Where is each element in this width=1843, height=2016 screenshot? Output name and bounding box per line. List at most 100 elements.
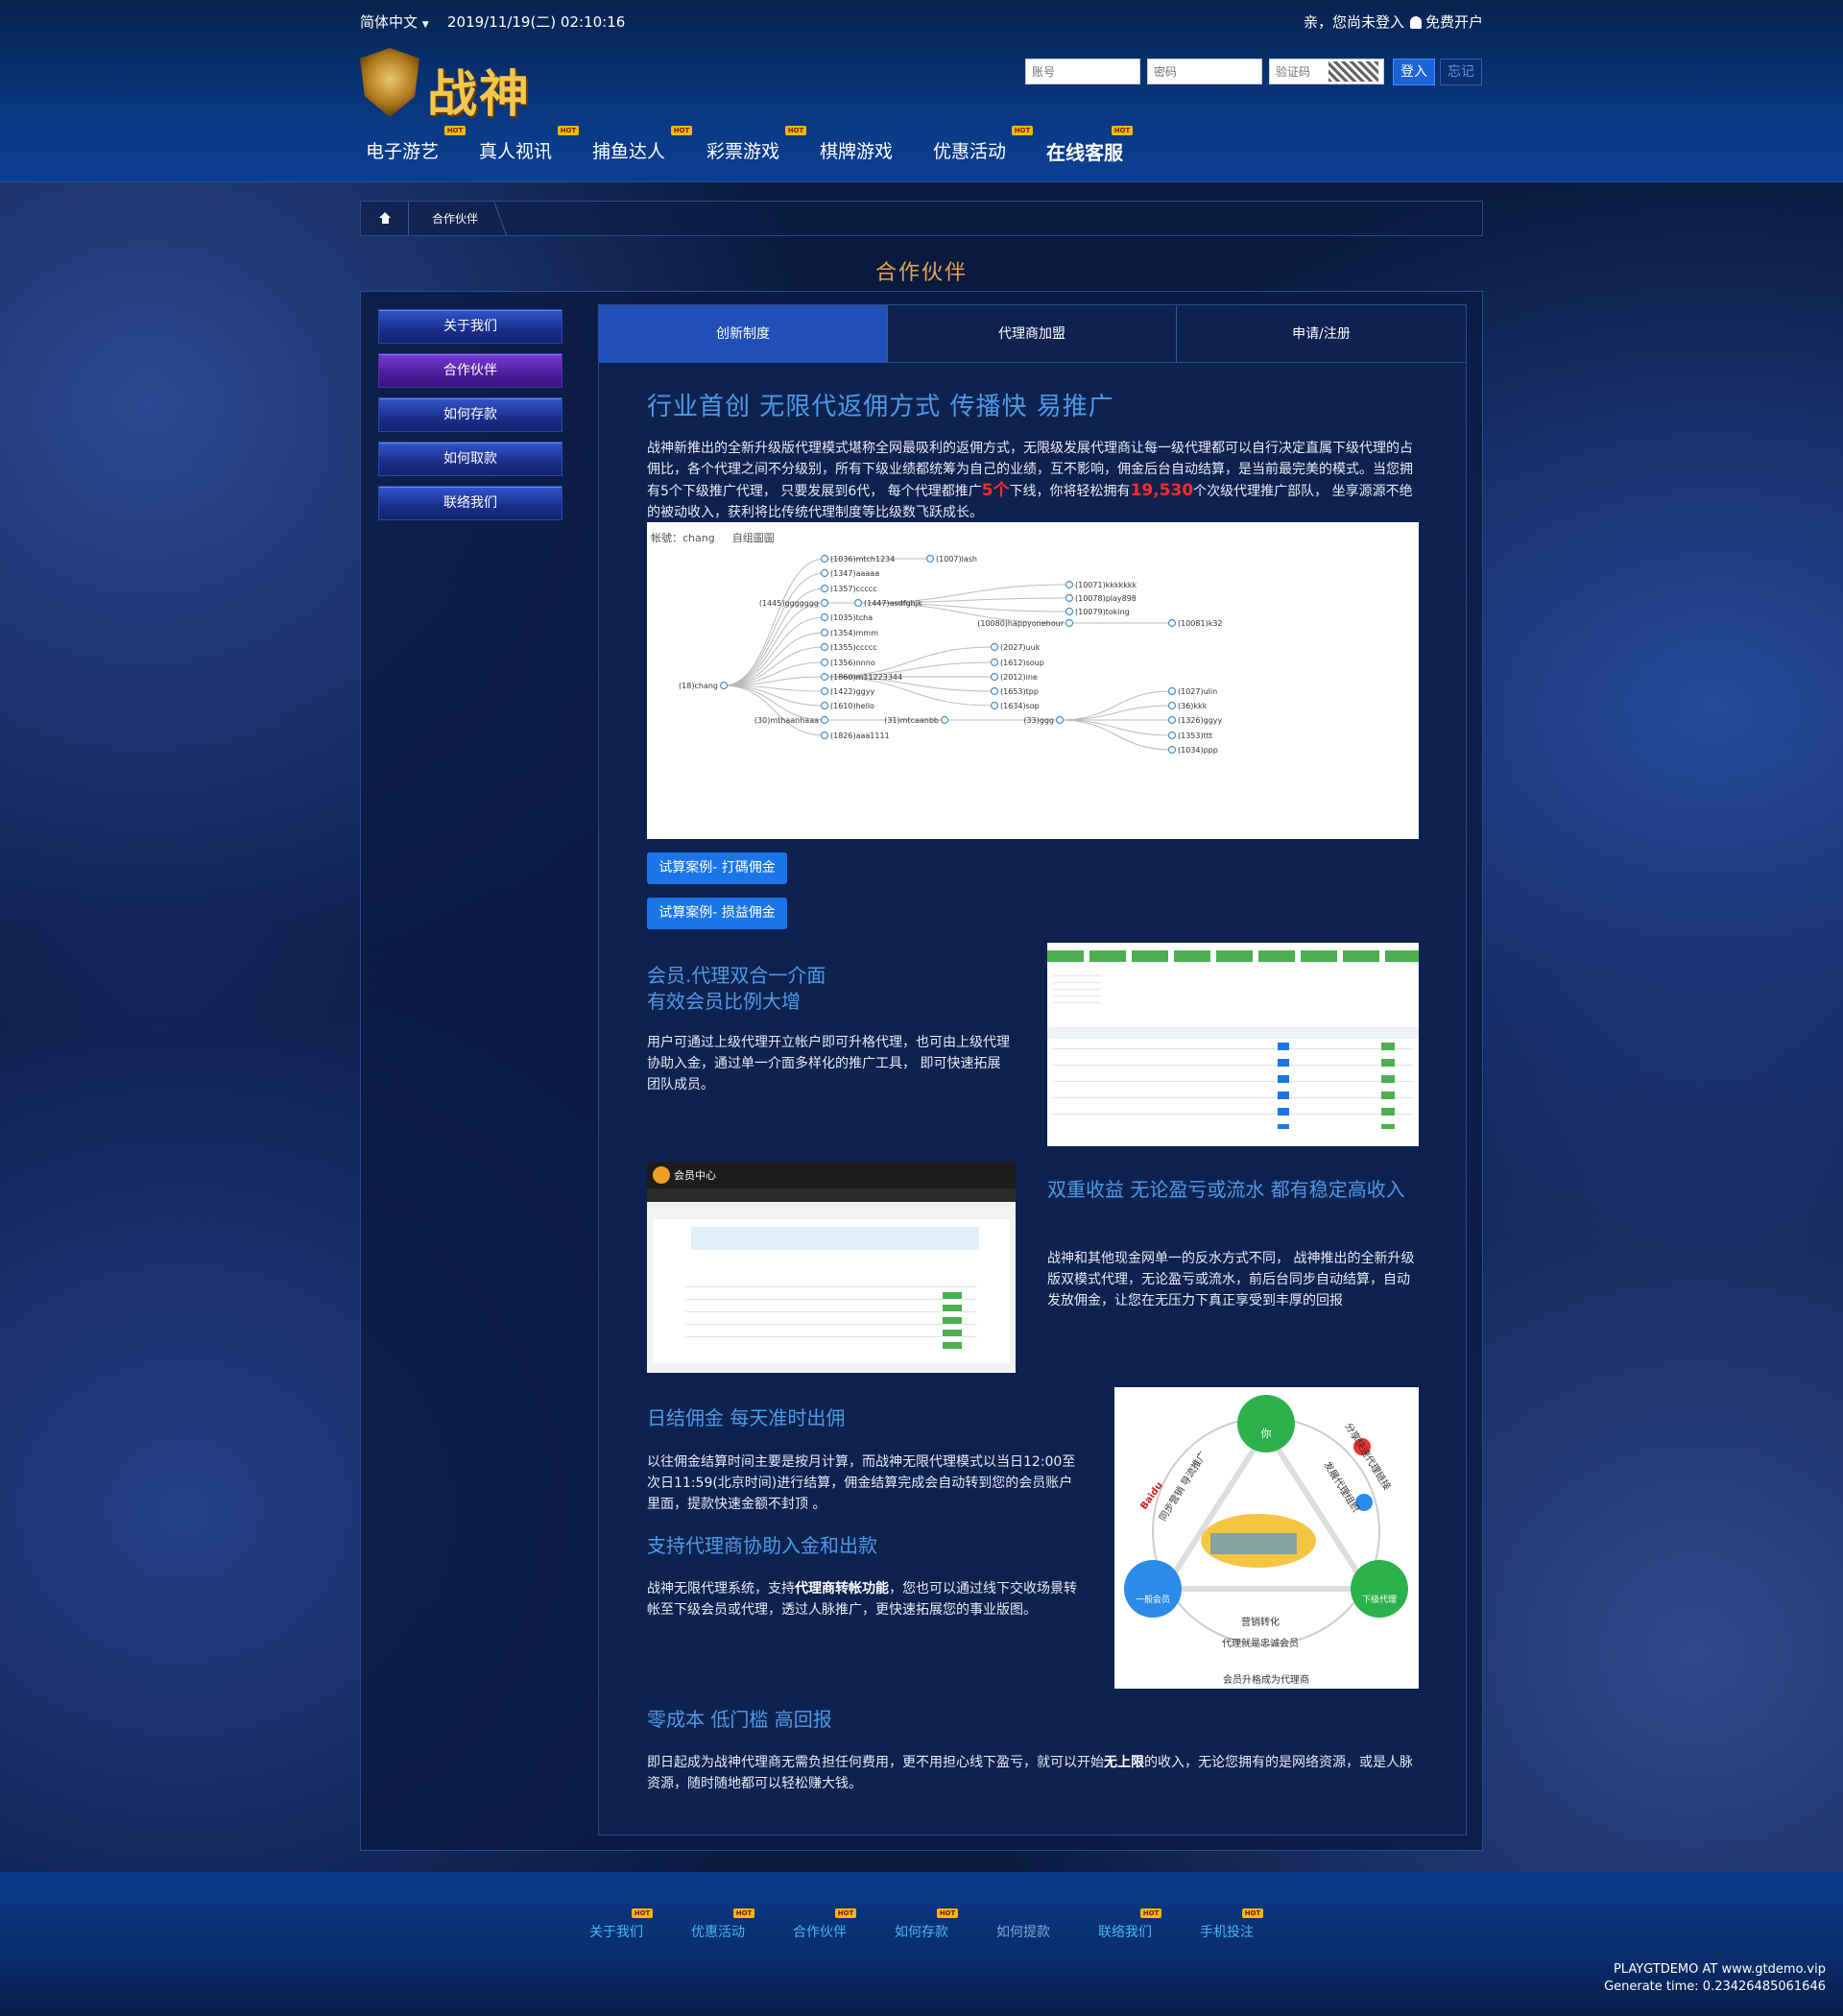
tree-link [1059,705,1173,721]
footer-link-about[interactable]: 关于我们 HOT [589,1908,653,1941]
site-logo[interactable]: 战神 [360,48,542,124]
password-input[interactable] [1147,59,1262,84]
dragon-emblem-icon [360,48,419,117]
tree-node-dot[interactable] [1065,580,1074,589]
tree-node-dot[interactable] [719,681,729,690]
section-title-infinite-rebate: 行业首创 无限代返佣方式 传播快 易推广 [647,393,1114,421]
sidebar-item-deposit[interactable]: 如何存款 [378,397,562,432]
member-node-icon [1124,1560,1182,1618]
footer-link-deposit[interactable]: 如何存款 HOT [895,1908,958,1941]
title-line: 有效会员比例大增 [647,990,801,1013]
tree-node-dot[interactable] [1167,686,1177,696]
cash-stack-icon [1210,1533,1297,1554]
hot-badge: HOT [1012,126,1033,135]
tree-node-dot[interactable] [1167,715,1177,725]
tree-node-dot[interactable] [820,701,829,710]
nav-label: 电子游艺 [366,141,440,162]
section-title-member-agent: 会员.代理双合一介面 有效会员比例大增 [647,963,935,1015]
tab-apply-register[interactable]: 申请/注册 [1177,305,1466,363]
login-button[interactable]: 登入 [1393,59,1435,85]
tree-node-dot[interactable] [990,642,999,652]
tree-node-dot[interactable] [820,686,829,696]
tree-node-label: (1826)aaa1111 [830,732,890,740]
member-label: 一般会员 [1136,1594,1170,1605]
hot-badge: HOT [444,126,466,135]
captcha-image[interactable] [1328,61,1378,82]
tree-node-label: (10078)play898 [1075,594,1137,603]
calc-betting-commission-button[interactable]: 试算案例- 打碼佣金 [647,852,787,884]
tree-node-dot[interactable] [1065,593,1074,603]
nav-label: 棋牌游戏 [820,141,894,162]
site-header: 简体中文 ▼ 2019/11/19(二) 02:10:16 亲，您尚未登入 免费开… [0,0,1843,182]
tree-node-dot[interactable] [1167,745,1177,755]
tree-node-label: (1612)soup [1000,659,1044,667]
footer-link-contact[interactable]: 联络我们 HOT [1098,1908,1161,1941]
tab-agent-join[interactable]: 代理商加盟 [888,305,1177,363]
screenshot-row [1053,1114,1413,1115]
footer-link-promotions[interactable]: 优惠活动 HOT [691,1908,754,1941]
tree-node-label: (10080)happyonehour [977,619,1064,628]
calc-profit-commission-button[interactable]: 试算案例- 损益佣金 [647,898,787,929]
tree-node-dot[interactable] [1167,731,1177,740]
tree-node-dot[interactable] [1167,618,1177,628]
nav-item-fishing[interactable]: 捕鱼达人 HOT [592,126,692,163]
footer-link-withdraw[interactable]: 如何提款 [996,1922,1050,1941]
member-center-title: 会员中心 [674,1169,716,1182]
account-input[interactable] [1025,59,1140,84]
screenshot-notice [691,1227,979,1250]
tree-node-dot[interactable] [1055,715,1065,725]
tree-node-dot[interactable] [925,554,935,564]
register-link[interactable]: 免费开户 [1425,13,1483,31]
screenshot-row [1053,1048,1413,1049]
sidebar-item-withdraw[interactable]: 如何取款 [378,442,562,476]
language-selector[interactable]: 简体中文 ▼ [360,12,429,32]
nav-item-lottery[interactable]: 彩票游戏 HOT [706,126,806,163]
login-tip-text: 亲，您尚未登入 [1303,13,1404,31]
sidebar-item-partners[interactable]: 合作伙伴 [378,353,562,388]
breadcrumb-home[interactable] [361,202,409,235]
nav-item-promotions[interactable]: 优惠活动 HOT [933,126,1033,163]
tree-node-dot[interactable] [853,598,863,608]
tree-node-label: (1355)ccccc [830,643,877,652]
tree-node-dot[interactable] [990,701,999,710]
footer-link-mobile[interactable]: 手机投注 HOT [1200,1908,1263,1941]
tree-node-dot[interactable] [820,612,829,622]
tree-node-dot[interactable] [820,658,829,667]
nav-item-support[interactable]: 在线客服 HOT [1046,126,1133,165]
highlight-count: 5个 [981,481,1010,500]
screenshot-table-head [1047,1027,1419,1039]
nav-item-chess[interactable]: 棋牌游戏 [820,137,893,163]
tree-node-dot[interactable] [820,554,829,564]
footer-link-label: 联络我们 [1098,1925,1152,1940]
nav-item-slots[interactable]: 电子游艺 HOT [366,126,466,163]
tree-node-dot[interactable] [820,715,829,725]
tree-node-label: (2027)uuk [1000,643,1041,652]
hot-badge: HOT [671,126,692,135]
tree-node-dot[interactable] [820,672,829,682]
sidebar-item-about[interactable]: 关于我们 [378,309,562,344]
tree-node-dot[interactable] [990,658,999,667]
breadcrumb-current: 合作伙伴 [432,212,479,226]
footer-link-partners[interactable]: 合作伙伴 HOT [793,1908,856,1941]
nav-item-live[interactable]: 真人视讯 HOT [479,126,579,163]
nav-label: 捕鱼达人 [592,141,666,162]
tree-node-dot[interactable] [820,568,829,578]
tree-node-label: (1634)sop [1000,702,1040,710]
footer-link-label: 如何提款 [996,1925,1050,1940]
tree-node-dot[interactable] [990,686,999,696]
tree-node-dot[interactable] [1065,607,1074,616]
agent-cycle-diagram: 你 一般会员 下级代理 Baidu 同步营销 导流推广 分享快速代理链接 发展代… [1114,1387,1419,1689]
tree-node-dot[interactable] [940,715,949,725]
tree-node-dot[interactable] [820,598,829,608]
tree-node-dot[interactable] [820,642,829,652]
tree-node-dot[interactable] [820,584,829,593]
tree-node-dot[interactable] [820,628,829,637]
tree-node-dot[interactable] [1065,618,1074,628]
tab-innovation[interactable]: 创新制度 [599,305,888,363]
sidebar-item-contact[interactable]: 联络我们 [378,486,562,520]
forget-password-button[interactable]: 忘记 [1440,59,1482,85]
tree-node-dot[interactable] [820,731,829,740]
tree-node-dot[interactable] [990,672,999,682]
tree-node-dot[interactable] [1167,701,1177,710]
footer-link-label: 如何存款 [895,1925,948,1940]
